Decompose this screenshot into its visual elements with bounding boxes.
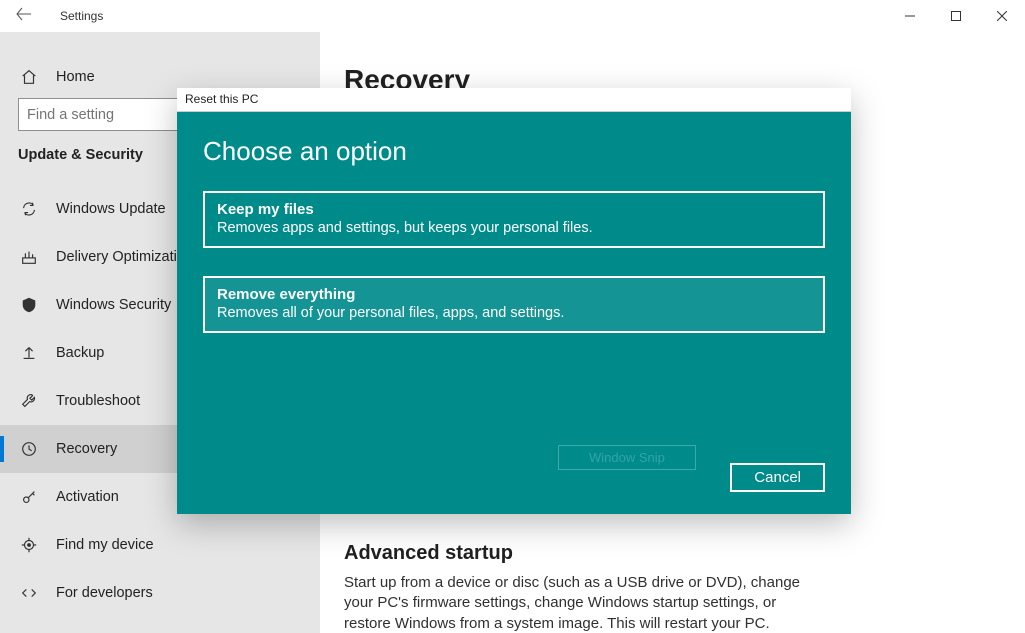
reset-option-remove-everything[interactable]: Remove everything Removes all of your per… [203,276,825,333]
sidebar-item-label: Windows Update [56,201,166,217]
sidebar-item-label: Recovery [56,441,117,457]
maximize-button[interactable] [933,0,979,32]
reset-option-keep-my-files[interactable]: Keep my files Removes apps and settings, … [203,191,825,248]
dialog-heading: Choose an option [203,136,825,167]
reset-pc-dialog: Reset this PC Choose an option Window Sn… [177,88,851,514]
option-description: Removes all of your personal files, apps… [217,305,811,321]
option-description: Removes apps and settings, but keeps you… [217,220,811,236]
sidebar-item-label: Activation [56,489,119,505]
sidebar-item-label: Find my device [56,537,154,553]
option-title: Keep my files [217,201,811,218]
minimize-button[interactable] [887,0,933,32]
sidebar-item-for-developers[interactable]: For developers [0,569,320,617]
home-icon [18,68,40,86]
sidebar-item-label: Delivery Optimization [56,249,193,265]
clock-icon [18,440,40,458]
dialog-titlebar: Reset this PC [177,88,851,112]
back-icon[interactable] [16,6,40,27]
cancel-button[interactable]: Cancel [730,463,825,492]
shield-icon [18,296,40,314]
locate-icon [18,536,40,554]
sidebar-item-label: Backup [56,345,104,361]
sidebar-item-find-my-device[interactable]: Find my device [0,521,320,569]
close-button[interactable] [979,0,1025,32]
backup-icon [18,344,40,362]
sidebar-item-label: For developers [56,585,153,601]
sync-icon [18,200,40,218]
advanced-startup-body: Start up from a device or disc (such as … [344,573,804,633]
sidebar-item-label: Windows Security [56,297,171,313]
option-title: Remove everything [217,286,811,303]
key-icon [18,488,40,506]
sidebar-item-label: Troubleshoot [56,393,140,409]
advanced-startup-heading: Advanced startup [344,542,1001,565]
window-titlebar: Settings [0,0,1025,32]
delivery-icon [18,248,40,266]
window-title: Settings [60,9,103,23]
wrench-icon [18,392,40,410]
dev-icon [18,584,40,602]
home-label: Home [56,69,95,85]
